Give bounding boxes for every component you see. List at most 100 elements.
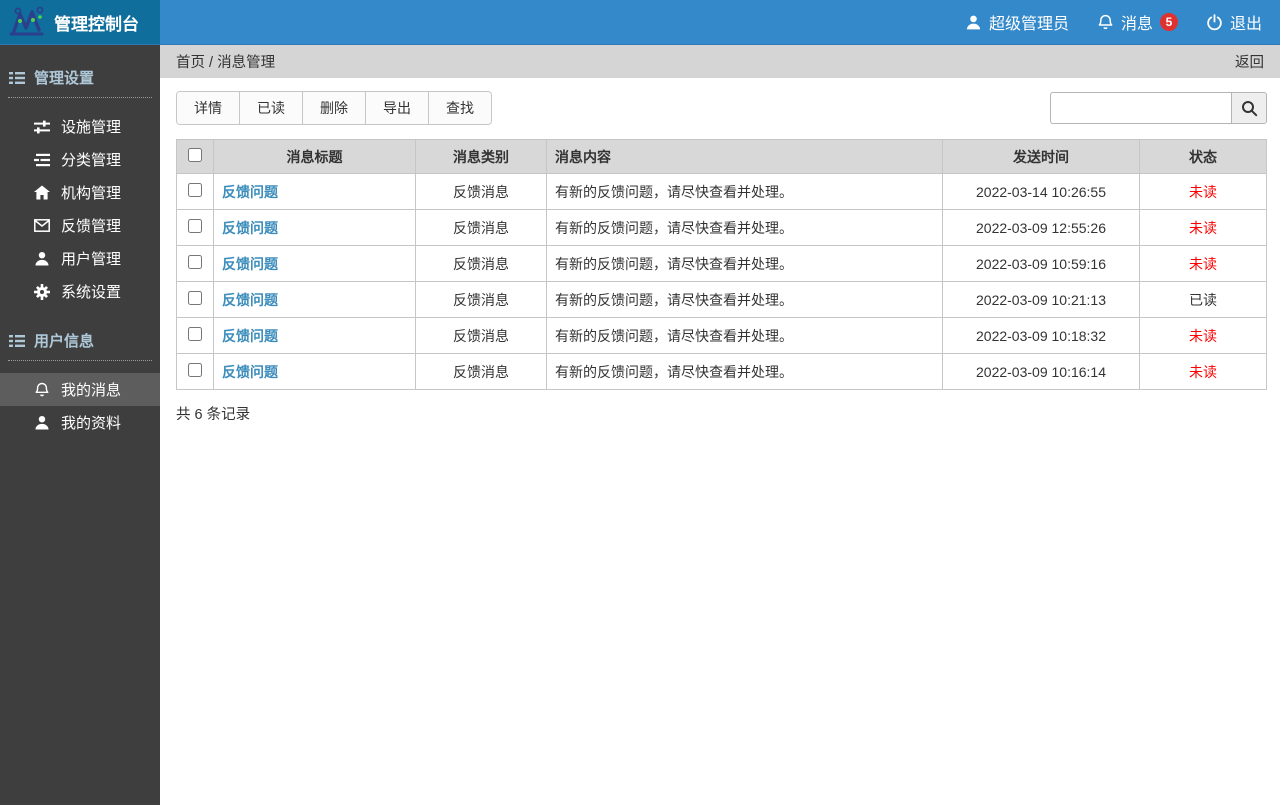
detail-button[interactable]: 详情: [177, 92, 240, 124]
message-title-link[interactable]: 反馈问题: [222, 328, 278, 344]
sidebar-item-system[interactable]: 系统设置: [0, 275, 160, 308]
row-checkbox[interactable]: [188, 183, 202, 197]
sidebar-item-label: 设施管理: [61, 116, 121, 137]
status-badge: 未读: [1140, 318, 1267, 354]
breadcrumb-bar: 首页 / 消息管理 返回: [160, 45, 1280, 78]
message-category-cell: 反馈消息: [416, 318, 547, 354]
message-title-link[interactable]: 反馈问题: [222, 364, 278, 380]
sidebar-section-userinfo-title: 用户信息: [0, 324, 160, 360]
row-select-cell: [177, 210, 214, 246]
column-header-title: 消息标题: [214, 140, 416, 174]
message-title-cell: 反馈问题: [214, 174, 416, 210]
message-title-link[interactable]: 反馈问题: [222, 220, 278, 236]
table-body: 反馈问题 反馈消息 有新的反馈问题，请尽快查看并处理。 2022-03-14 1…: [177, 174, 1267, 390]
messages-button[interactable]: 消息 5: [1097, 10, 1178, 34]
message-content-cell: 有新的反馈问题，请尽快查看并处理。: [547, 354, 943, 390]
message-title-cell: 反馈问题: [214, 354, 416, 390]
breadcrumb: 首页 / 消息管理: [176, 51, 275, 72]
back-link[interactable]: 返回: [1235, 51, 1264, 72]
list-menu-icon: [9, 334, 25, 348]
row-checkbox[interactable]: [188, 219, 202, 233]
message-category-cell: 反馈消息: [416, 174, 547, 210]
search-button[interactable]: [1231, 92, 1267, 124]
message-title-link[interactable]: 反馈问题: [222, 292, 278, 308]
sidebar-item-category[interactable]: 分类管理: [0, 143, 160, 176]
message-content-cell: 有新的反馈问题，请尽快查看并处理。: [547, 174, 943, 210]
records-total: 共 6 条记录: [176, 403, 1267, 424]
select-all-cell: [177, 140, 214, 174]
sidebar-item-users[interactable]: 用户管理: [0, 242, 160, 275]
row-checkbox[interactable]: [188, 255, 202, 269]
row-checkbox[interactable]: [188, 291, 202, 305]
sidebar-item-my-profile[interactable]: 我的资料: [0, 406, 160, 439]
sidebar-item-label: 系统设置: [61, 281, 121, 302]
message-category-cell: 反馈消息: [416, 246, 547, 282]
sidebar-item-organization[interactable]: 机构管理: [0, 176, 160, 209]
sidebar-section-userinfo: 用户信息 我的消息 我的资料: [0, 308, 160, 439]
status-badge: 未读: [1140, 174, 1267, 210]
sidebar-item-facility[interactable]: 设施管理: [0, 110, 160, 143]
row-select-cell: [177, 174, 214, 210]
sidebar-item-feedback[interactable]: 反馈管理: [0, 209, 160, 242]
sidebar-item-label: 分类管理: [61, 149, 121, 170]
message-category-cell: 反馈消息: [416, 210, 547, 246]
message-category-cell: 反馈消息: [416, 282, 547, 318]
message-time-cell: 2022-03-09 10:18:32: [943, 318, 1140, 354]
sidebar-item-label: 我的消息: [61, 379, 121, 400]
table-row: 反馈问题 反馈消息 有新的反馈问题，请尽快查看并处理。 2022-03-14 1…: [177, 174, 1267, 210]
search-input[interactable]: [1050, 92, 1231, 124]
section-separator: [8, 97, 152, 98]
message-content-cell: 有新的反馈问题，请尽快查看并处理。: [547, 282, 943, 318]
column-header-status: 状态: [1140, 140, 1267, 174]
user-icon: [34, 415, 50, 430]
status-badge: 已读: [1140, 282, 1267, 318]
delete-button[interactable]: 删除: [303, 92, 366, 124]
row-select-cell: [177, 318, 214, 354]
messages-badge: 5: [1160, 13, 1178, 31]
brand: 管理控制台: [0, 0, 160, 44]
list-menu-icon: [9, 71, 25, 85]
message-title-cell: 反馈问题: [214, 210, 416, 246]
message-category-cell: 反馈消息: [416, 354, 547, 390]
user-icon: [34, 251, 50, 266]
messages-table: 消息标题 消息类别 消息内容 发送时间 状态 反馈问题: [176, 139, 1267, 390]
current-user[interactable]: 超级管理员: [965, 10, 1069, 34]
row-select-cell: [177, 354, 214, 390]
message-title-link[interactable]: 反馈问题: [222, 256, 278, 272]
table-row: 反馈问题 反馈消息 有新的反馈问题，请尽快查看并处理。 2022-03-09 1…: [177, 210, 1267, 246]
search-box: [1050, 92, 1267, 124]
topbar-right: 超级管理员 消息 5 退出: [965, 0, 1280, 44]
column-header-time: 发送时间: [943, 140, 1140, 174]
brand-title: 管理控制台: [54, 10, 139, 35]
topbar: 管理控制台 超级管理员 消息 5 退出: [0, 0, 1280, 45]
sidebar-item-label: 反馈管理: [61, 215, 121, 236]
row-checkbox[interactable]: [188, 363, 202, 377]
message-time-cell: 2022-03-09 10:59:16: [943, 246, 1140, 282]
main-area: 首页 / 消息管理 返回 详情 已读 删除 导出 查找: [160, 45, 1280, 805]
column-header-content: 消息内容: [547, 140, 943, 174]
sidebar: 管理设置 设施管理 分类管理 机构管理 反馈管理: [0, 45, 160, 805]
section-title-label: 用户信息: [34, 330, 94, 351]
table-row: 反馈问题 反馈消息 有新的反馈问题，请尽快查看并处理。 2022-03-09 1…: [177, 354, 1267, 390]
messages-label: 消息: [1121, 10, 1153, 34]
find-button[interactable]: 查找: [429, 92, 491, 124]
status-badge: 未读: [1140, 246, 1267, 282]
row-checkbox[interactable]: [188, 327, 202, 341]
button-group: 详情 已读 删除 导出 查找: [176, 91, 492, 125]
export-button[interactable]: 导出: [366, 92, 429, 124]
message-time-cell: 2022-03-09 10:21:13: [943, 282, 1140, 318]
current-user-label: 超级管理员: [989, 10, 1069, 34]
bell-icon: [1097, 14, 1114, 31]
status-badge: 未读: [1140, 210, 1267, 246]
sidebar-item-my-messages[interactable]: 我的消息: [0, 373, 160, 406]
envelope-icon: [34, 219, 50, 232]
toolbar: 详情 已读 删除 导出 查找: [176, 91, 1267, 125]
table-row: 反馈问题 反馈消息 有新的反馈问题，请尽快查看并处理。 2022-03-09 1…: [177, 318, 1267, 354]
message-title-link[interactable]: 反馈问题: [222, 184, 278, 200]
logout-button[interactable]: 退出: [1206, 10, 1262, 34]
gear-icon: [34, 284, 50, 300]
sliders-icon: [34, 120, 50, 134]
row-select-cell: [177, 246, 214, 282]
select-all-checkbox[interactable]: [188, 148, 202, 162]
mark-read-button[interactable]: 已读: [240, 92, 303, 124]
